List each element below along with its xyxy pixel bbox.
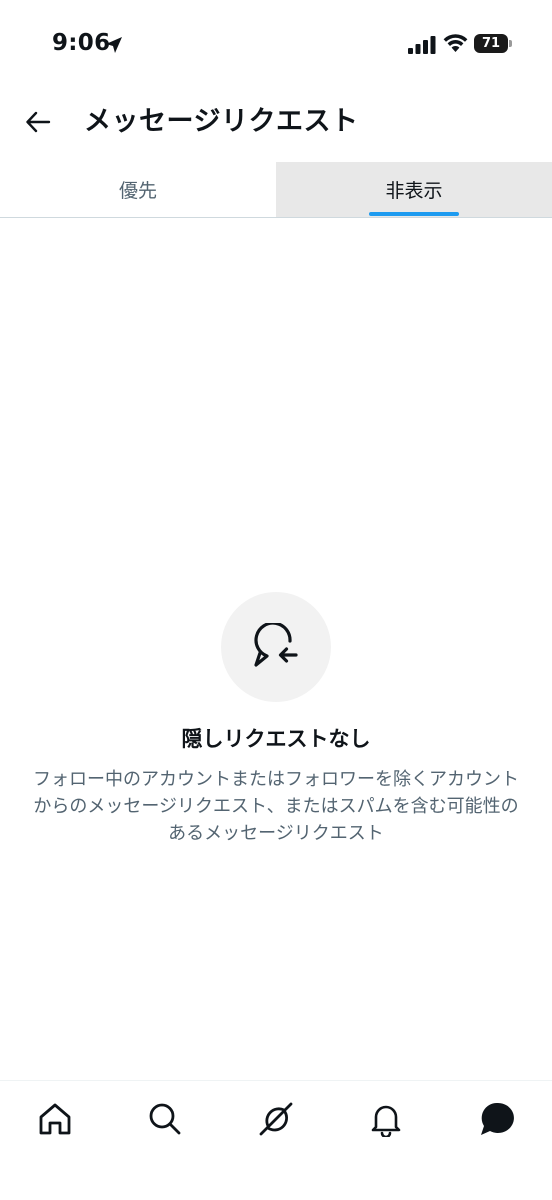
battery-cap [509,40,512,47]
empty-state-title: 隠しリクエストなし [181,727,371,751]
header: メッセージリクエスト [0,90,552,162]
tab-label: 優先 [118,180,157,202]
home-icon [39,1103,71,1135]
empty-state: 隠しリクエストなし フォロー中のアカウントまたはフォロワーを除くアカウントからの… [0,592,552,847]
nav-notifications[interactable] [366,1099,406,1139]
wifi-icon [443,34,468,52]
tab-priority[interactable]: 優先 [0,162,276,217]
bottom-nav [0,1080,552,1200]
search-icon [149,1103,181,1135]
location-icon [106,37,122,53]
empty-state-icon-container [221,592,331,702]
notifications-icon [371,1105,401,1137]
grok-icon [259,1102,293,1136]
tab-label: 非表示 [385,180,443,202]
battery-level: 71 [474,34,508,53]
back-button[interactable] [20,104,56,140]
nav-grok[interactable] [256,1099,296,1139]
status-time: 9:06 [52,30,111,56]
nav-messages[interactable] [477,1099,517,1139]
signal-icon [408,36,436,54]
message-return-icon [254,623,298,667]
page-title: メッセージリクエスト [84,106,359,137]
tab-hidden[interactable]: 非表示 [276,162,552,217]
arrow-left-icon [26,111,51,133]
nav-home[interactable] [35,1099,75,1139]
tab-active-indicator [369,212,459,216]
message-requests-screen: 9:06 71 メッセージリクエスト 優先 非表示 隠しリクエストなし フォロー… [0,0,552,1200]
nav-search[interactable] [145,1099,185,1139]
empty-state-description: フォロー中のアカウントまたはフォロワーを除くアカウントからのメッセージリクエスト… [33,769,519,844]
messages-icon [481,1102,514,1135]
status-bar: 9:06 71 [0,0,552,90]
tab-bar: 優先 非表示 [0,162,552,218]
battery-icon: 71 [474,34,512,53]
